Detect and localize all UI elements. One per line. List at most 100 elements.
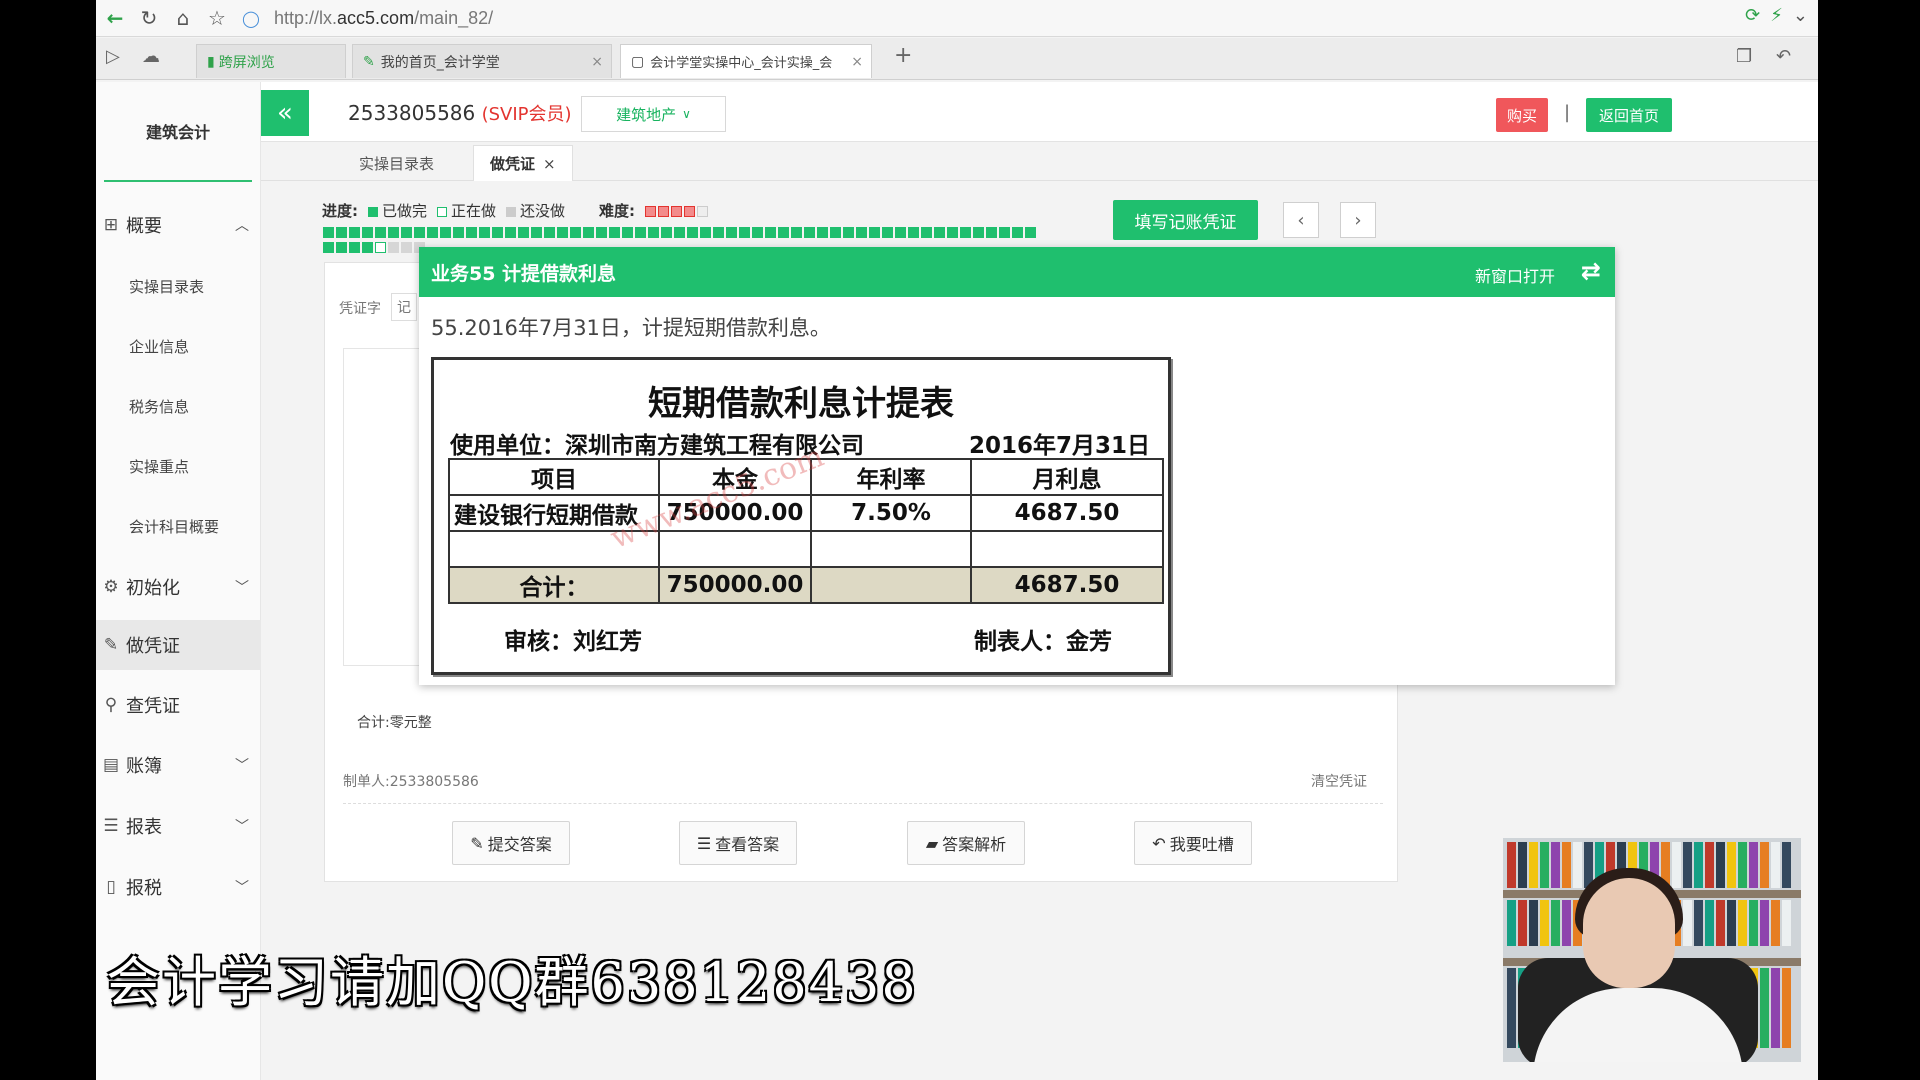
answer-analysis-button[interactable]: ▰ 答案解析	[907, 821, 1025, 865]
sidebar-sub-tax[interactable]: 税务信息	[96, 386, 261, 426]
feedback-button[interactable]: ↶ 我要吐槽	[1134, 821, 1252, 865]
browser-tab-kuaping[interactable]: ▮ 跨屏浏览	[196, 44, 346, 78]
window-icon[interactable]: ❐	[1736, 46, 1752, 67]
cloud-icon[interactable]: ☁	[142, 46, 160, 67]
tab-close-icon[interactable]: ×	[591, 54, 603, 70]
industry-select[interactable]: 建筑地产 ∨	[581, 96, 726, 132]
sidebar-item-overview[interactable]: ⊞ 概要 ︿	[96, 200, 261, 250]
progress-cell[interactable]	[635, 227, 646, 238]
submit-answer-button[interactable]: ✎ 提交答案	[452, 821, 570, 865]
progress-cell[interactable]	[375, 227, 386, 238]
undo-icon[interactable]: ↶	[1776, 46, 1791, 67]
progress-cell[interactable]	[921, 227, 932, 238]
browser-tab-home[interactable]: ✎ 我的首页_会计学堂 ×	[352, 44, 612, 78]
progress-cell[interactable]	[999, 227, 1010, 238]
progress-cell[interactable]	[427, 227, 438, 238]
progress-cell[interactable]	[401, 227, 412, 238]
progress-cell[interactable]	[674, 227, 685, 238]
sidebar-item-query-voucher[interactable]: ⚲ 查凭证	[96, 680, 261, 730]
progress-cell[interactable]	[960, 227, 971, 238]
progress-cell[interactable]	[609, 227, 620, 238]
progress-cell[interactable]	[414, 227, 425, 238]
progress-cell[interactable]	[752, 227, 763, 238]
progress-cell[interactable]	[947, 227, 958, 238]
progress-cell[interactable]	[726, 227, 737, 238]
progress-cell[interactable]	[336, 242, 347, 253]
close-icon[interactable]: ×	[543, 155, 556, 173]
browser-tab-current[interactable]: ▢ 会计学堂实操中心_会计实操_会 ×	[620, 44, 872, 78]
star-icon[interactable]: ☆	[202, 3, 232, 33]
voucher-word-select[interactable]: 记	[391, 293, 417, 321]
progress-cell[interactable]	[843, 227, 854, 238]
tab-close-icon[interactable]: ×	[851, 54, 863, 70]
progress-cell[interactable]	[349, 227, 360, 238]
progress-cell[interactable]	[570, 227, 581, 238]
progress-cell[interactable]	[1012, 227, 1023, 238]
back-home-button[interactable]: 返回首页	[1586, 98, 1672, 132]
progress-cell[interactable]	[791, 227, 802, 238]
tab-make-voucher[interactable]: 做凭证 ×	[473, 145, 573, 181]
progress-cell[interactable]	[492, 227, 503, 238]
sidebar-item-init[interactable]: ⚙ 初始化 ﹀	[96, 562, 261, 612]
buy-button[interactable]: 购买	[1496, 98, 1548, 132]
progress-cell[interactable]	[362, 242, 373, 253]
sidebar-sub-company[interactable]: 企业信息	[96, 326, 261, 366]
play-icon[interactable]: ▷	[106, 46, 120, 67]
sidebar-sub-catalog[interactable]: 实操目录表	[96, 266, 261, 306]
bolt-icon[interactable]: ⚡	[1770, 5, 1783, 26]
progress-cell[interactable]	[778, 227, 789, 238]
progress-cell[interactable]	[986, 227, 997, 238]
progress-cell[interactable]	[661, 227, 672, 238]
progress-cell[interactable]	[700, 227, 711, 238]
progress-cell[interactable]	[336, 227, 347, 238]
progress-cell[interactable]	[830, 227, 841, 238]
sidebar-sub-keypoints[interactable]: 实操重点	[96, 446, 261, 486]
sidebar-item-make-voucher[interactable]: ✎ 做凭证	[96, 620, 261, 670]
progress-cell[interactable]	[1025, 227, 1036, 238]
progress-cell[interactable]	[648, 227, 659, 238]
sidebar-item-tax-filing[interactable]: ▯ 报税 ﹀	[96, 862, 261, 912]
progress-cell[interactable]	[713, 227, 724, 238]
fill-voucher-button[interactable]: 填写记账凭证	[1113, 200, 1258, 240]
progress-cell[interactable]	[934, 227, 945, 238]
progress-cell[interactable]	[388, 227, 399, 238]
open-new-window-link[interactable]: 新窗口打开	[1475, 263, 1555, 287]
progress-cell[interactable]	[453, 227, 464, 238]
swap-icon[interactable]: ⇄	[1581, 257, 1601, 285]
chevron-down-icon[interactable]: ⌄	[1793, 5, 1808, 26]
progress-cell[interactable]	[583, 227, 594, 238]
prev-button[interactable]: ‹	[1283, 202, 1319, 238]
progress-cell[interactable]	[466, 227, 477, 238]
progress-cell[interactable]	[856, 227, 867, 238]
view-answer-button[interactable]: ☰ 查看答案	[679, 821, 797, 865]
progress-cell[interactable]	[479, 227, 490, 238]
progress-cell[interactable]	[596, 227, 607, 238]
back-arrow-icon[interactable]: ←	[100, 3, 130, 33]
collapse-sidebar-button[interactable]: «	[261, 90, 309, 136]
next-button[interactable]: ›	[1340, 202, 1376, 238]
progress-cell[interactable]	[440, 227, 451, 238]
progress-cell[interactable]	[765, 227, 776, 238]
progress-cell[interactable]	[622, 227, 633, 238]
progress-cell[interactable]	[687, 227, 698, 238]
progress-cell[interactable]	[375, 242, 386, 253]
progress-cell[interactable]	[817, 227, 828, 238]
progress-cell[interactable]	[739, 227, 750, 238]
progress-cell[interactable]	[804, 227, 815, 238]
progress-cell[interactable]	[557, 227, 568, 238]
progress-cell[interactable]	[531, 227, 542, 238]
clear-voucher-link[interactable]: 清空凭证	[1311, 771, 1367, 791]
tab-catalog[interactable]: 实操目录表	[343, 145, 450, 181]
sidebar-item-ledger[interactable]: ▤ 账簿 ﹀	[96, 740, 261, 790]
sidebar-item-reports[interactable]: ☰ 报表 ﹀	[96, 801, 261, 851]
sidebar-sub-accounts[interactable]: 会计科目概要	[96, 506, 261, 546]
url-field[interactable]: http://lx.acc5.com/main_82/	[274, 8, 493, 29]
progress-cell[interactable]	[518, 227, 529, 238]
progress-cell[interactable]	[349, 242, 360, 253]
progress-cell[interactable]	[401, 242, 412, 253]
progress-cell[interactable]	[882, 227, 893, 238]
progress-cell[interactable]	[323, 242, 334, 253]
progress-cell[interactable]	[362, 227, 373, 238]
sync-icon[interactable]: ⟳	[1745, 5, 1760, 26]
progress-cell[interactable]	[973, 227, 984, 238]
